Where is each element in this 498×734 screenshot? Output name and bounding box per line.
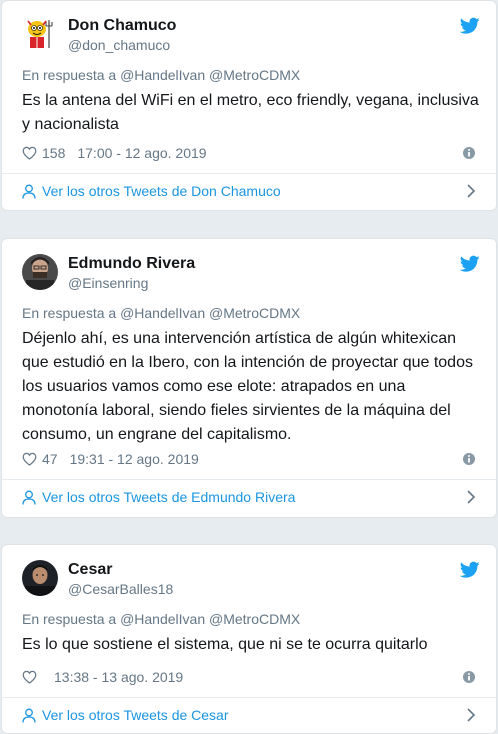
reply-prefix: En respuesta a	[22, 305, 117, 321]
more-tweets-link[interactable]: Ver los otros Tweets de Edmundo Rivera	[22, 485, 476, 509]
twitter-bird-icon[interactable]	[460, 255, 480, 273]
more-tweets-label[interactable]: Ver los otros Tweets de Don Chamuco	[42, 183, 281, 199]
tweet-meta: 47 19:31 - 12 ago. 2019	[22, 449, 476, 469]
reply-mentions[interactable]: @HandelIvan @MetroCDMX	[120, 67, 300, 83]
tweet-header: Edmundo Rivera @Einsenring	[22, 253, 480, 299]
chevron-right-icon[interactable]	[466, 490, 476, 504]
display-name[interactable]: Don Chamuco	[68, 17, 176, 35]
tweet-meta: 158 17:00 - 12 ago. 2019	[22, 143, 476, 163]
user-icon	[22, 184, 36, 199]
like-count: 158	[42, 145, 66, 161]
tweet-text: Déjenlo ahí, es una intervención artísti…	[22, 330, 473, 443]
heart-icon[interactable]	[22, 146, 37, 160]
tweet-card: Edmundo Rivera @Einsenring En respuesta …	[1, 238, 497, 518]
tweet-timestamp[interactable]: 13:38 - 13 ago. 2019	[54, 669, 183, 685]
info-icon[interactable]	[462, 146, 476, 160]
tweet-timestamp[interactable]: 17:00 - 12 ago. 2019	[77, 145, 206, 161]
tweet-text: Es lo que sostiene el sistema, que ni se…	[22, 636, 428, 653]
more-tweets-link[interactable]: Ver los otros Tweets de Cesar	[22, 703, 476, 727]
reply-context: En respuesta a @HandelIvan @MetroCDMX	[22, 305, 300, 321]
chevron-right-icon[interactable]	[466, 184, 476, 198]
tweet-meta: 13:38 - 13 ago. 2019	[22, 667, 476, 687]
like-count: 47	[42, 451, 58, 467]
reply-prefix: En respuesta a	[22, 67, 117, 83]
heart-icon[interactable]	[22, 670, 37, 684]
reply-context: En respuesta a @HandelIvan @MetroCDMX	[22, 611, 300, 627]
info-icon[interactable]	[462, 452, 476, 466]
divider	[2, 697, 496, 698]
more-tweets-label[interactable]: Ver los otros Tweets de Edmundo Rivera	[42, 489, 295, 505]
info-icon[interactable]	[462, 670, 476, 684]
twitter-bird-icon[interactable]	[460, 17, 480, 35]
more-tweets-link[interactable]: Ver los otros Tweets de Don Chamuco	[22, 179, 476, 203]
tweet-header: Cesar @CesarBalles18	[22, 559, 480, 605]
reply-mentions[interactable]: @HandelIvan @MetroCDMX	[120, 305, 300, 321]
divider	[2, 173, 496, 174]
user-icon	[22, 490, 36, 505]
twitter-bird-icon[interactable]	[460, 561, 480, 579]
avatar[interactable]	[22, 254, 58, 290]
tweet-text: Es la antena del WiFi en el metro, eco f…	[22, 92, 479, 133]
user-handle[interactable]: @CesarBalles18	[68, 581, 173, 597]
more-tweets-label[interactable]: Ver los otros Tweets de Cesar	[42, 707, 229, 723]
display-name[interactable]: Edmundo Rivera	[68, 255, 195, 273]
user-handle[interactable]: @don_chamuco	[68, 37, 170, 53]
user-icon	[22, 708, 36, 723]
chevron-right-icon[interactable]	[466, 708, 476, 722]
tweet-timestamp[interactable]: 19:31 - 12 ago. 2019	[70, 451, 199, 467]
divider	[2, 479, 496, 480]
reply-mentions[interactable]: @HandelIvan @MetroCDMX	[120, 611, 300, 627]
display-name[interactable]: Cesar	[68, 561, 112, 579]
reply-prefix: En respuesta a	[22, 611, 117, 627]
avatar[interactable]	[22, 560, 58, 596]
heart-icon[interactable]	[22, 452, 37, 466]
tweet-header: Don Chamuco @don_chamuco	[22, 15, 480, 61]
tweet-card: Don Chamuco @don_chamuco En respuesta a …	[1, 0, 497, 211]
avatar[interactable]	[22, 16, 58, 52]
user-handle[interactable]: @Einsenring	[68, 275, 148, 291]
tweet-card: Cesar @CesarBalles18 En respuesta a @Han…	[1, 544, 497, 734]
reply-context: En respuesta a @HandelIvan @MetroCDMX	[22, 67, 300, 83]
